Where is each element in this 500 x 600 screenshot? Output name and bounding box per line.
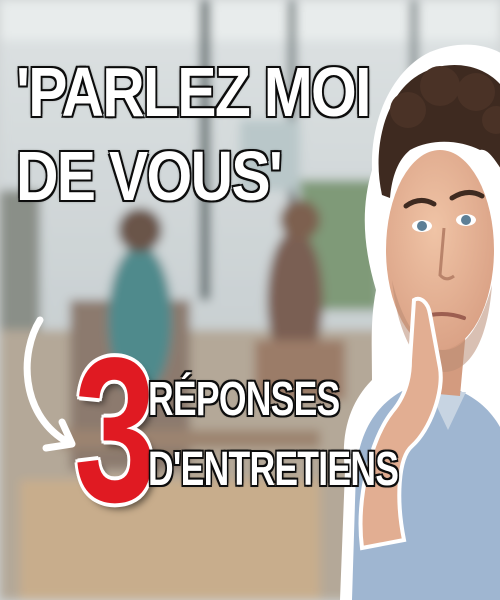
- subtitle-line-2: D'ENTRETIENS: [148, 443, 399, 496]
- headline-line-2: DE VOUS': [16, 137, 283, 215]
- subtitle: RÉPONSES D'ENTRETIENS: [148, 365, 399, 505]
- subtitle-line-1: RÉPONSES: [148, 373, 340, 426]
- headline-line-1: 'PARLEZ MOI: [16, 53, 371, 131]
- headline: 'PARLEZ MOI DE VOUS': [16, 50, 371, 218]
- big-number-three: 3: [74, 315, 157, 545]
- video-thumbnail[interactable]: 'PARLEZ MOI DE VOUS' 3 RÉPONSES D'ENTRET…: [0, 0, 500, 600]
